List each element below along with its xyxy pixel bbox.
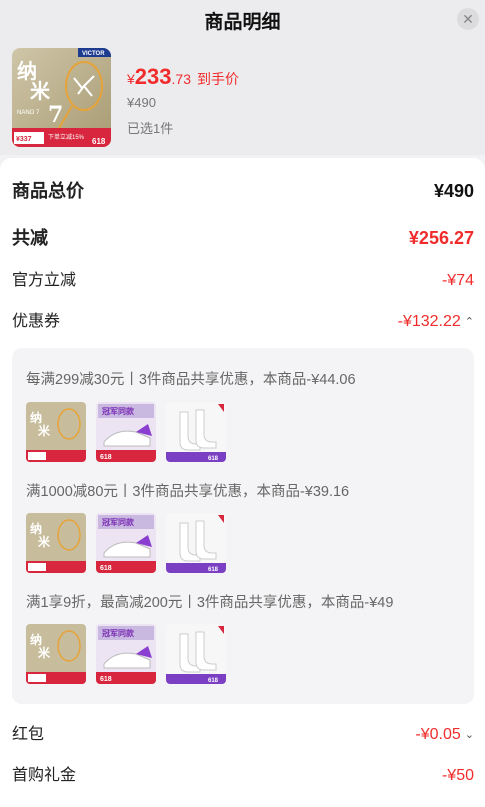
chevron-up-icon: ⌃ — [464, 316, 474, 328]
thumb-racket: 纳米 — [26, 513, 86, 573]
firstbuy-value: -¥50 — [441, 767, 474, 784]
total-value: ¥490 — [433, 181, 474, 201]
coupon-value-wrap: -¥132.22 ⌃ — [398, 308, 474, 336]
shoe-banner: 冠军同款 — [102, 406, 135, 416]
brand-text: VICTOR — [82, 51, 105, 57]
reduce-row: 共减 ¥256.27 — [12, 224, 474, 252]
thumb-shoe: 冠军同款 618 — [96, 513, 156, 573]
original-price: ¥490 — [127, 95, 156, 110]
firstbuy-label: 首购礼金 — [12, 767, 77, 784]
coupon-value: -¥132.22 — [397, 313, 461, 331]
total-row: 商品总价 ¥490 — [12, 177, 474, 205]
svg-text:纳: 纳 — [30, 521, 42, 536]
shoe-badge: 618 — [100, 676, 112, 683]
shoe-badge: 618 — [100, 565, 112, 572]
svg-text:米: 米 — [38, 645, 51, 660]
redpacket-label: 红包 — [12, 726, 45, 743]
price-dec: .73 — [171, 71, 191, 87]
thumb-price: ¥337 — [16, 136, 32, 143]
thumb-shoe: 冠军同款 618 — [96, 402, 156, 462]
price-int: 233 — [134, 64, 172, 89]
coupon-desc-2: 满1000减80元丨3件商品共享优惠，本商品-¥39.16 — [26, 484, 350, 500]
coupon-desc-3: 满1享9折，最高减200元丨3件商品共享优惠，本商品-¥49 — [26, 595, 394, 611]
official-label: 官方立减 — [12, 272, 77, 289]
thumb-socks: 618 — [166, 513, 226, 573]
shoe-banner: 冠军同款 — [102, 517, 135, 527]
reduce-value: ¥256.27 — [408, 228, 474, 248]
coupon-detail-box: 每满299减30元丨3件商品共享优惠，本商品-¥44.06 纳米 冠军同款 618… — [12, 348, 474, 704]
svg-text:米: 米 — [38, 423, 51, 438]
official-value: -¥74 — [441, 272, 474, 289]
thumb-racket: 纳米 — [26, 624, 86, 684]
final-price: ¥233.73 到手价 — [127, 64, 239, 90]
redpacket-row[interactable]: 红包 -¥0.05 ⌄ — [12, 721, 474, 749]
sock-badge: 618 — [208, 678, 219, 684]
thumb-promo: 下单立减15% — [48, 133, 85, 141]
product-image: VICTOR 纳 米 7 NANO 7 ¥337 下单立减15% 618 — [12, 48, 111, 147]
thumb-socks: 618 — [166, 624, 226, 684]
coupon-row[interactable]: 优惠券 -¥132.22 ⌃ — [12, 308, 474, 336]
nano-sub: NANO 7 — [17, 110, 40, 116]
close-button[interactable]: ✕ — [457, 8, 479, 30]
svg-text:纳: 纳 — [30, 632, 42, 647]
coupon-label: 优惠券 — [12, 313, 61, 330]
price-symbol: ¥ — [127, 71, 135, 87]
redpacket-value: -¥0.05 — [415, 726, 461, 744]
shoe-banner: 冠军同款 — [102, 628, 135, 638]
thumb-badge: 618 — [92, 137, 106, 146]
reduce-label: 共减 — [12, 228, 48, 248]
shoe-badge: 618 — [100, 454, 112, 461]
thumb-socks: 618 — [166, 402, 226, 462]
firstbuy-row: 首购礼金 -¥50 — [12, 762, 474, 790]
selected-count: 已选1件 — [127, 121, 174, 136]
svg-text:纳: 纳 — [30, 410, 42, 425]
sock-badge: 618 — [208, 456, 219, 462]
redpacket-value-wrap: -¥0.05 ⌄ — [415, 721, 474, 749]
thumb-shoe: 冠军同款 618 — [96, 624, 156, 684]
thumb-racket: 纳米 — [26, 402, 86, 462]
chevron-down-icon: ⌄ — [464, 729, 474, 741]
nano-char-2: 米 — [30, 79, 51, 103]
svg-text:米: 米 — [38, 534, 51, 549]
sock-badge: 618 — [208, 567, 219, 573]
official-row: 官方立减 -¥74 — [12, 267, 474, 295]
close-icon: ✕ — [462, 11, 474, 27]
coupon-desc-1: 每满299减30元丨3件商品共享优惠，本商品-¥44.06 — [26, 372, 356, 388]
price-tag: 到手价 — [196, 71, 239, 87]
total-label: 商品总价 — [12, 181, 84, 201]
page-title: 商品明细 — [204, 12, 281, 33]
